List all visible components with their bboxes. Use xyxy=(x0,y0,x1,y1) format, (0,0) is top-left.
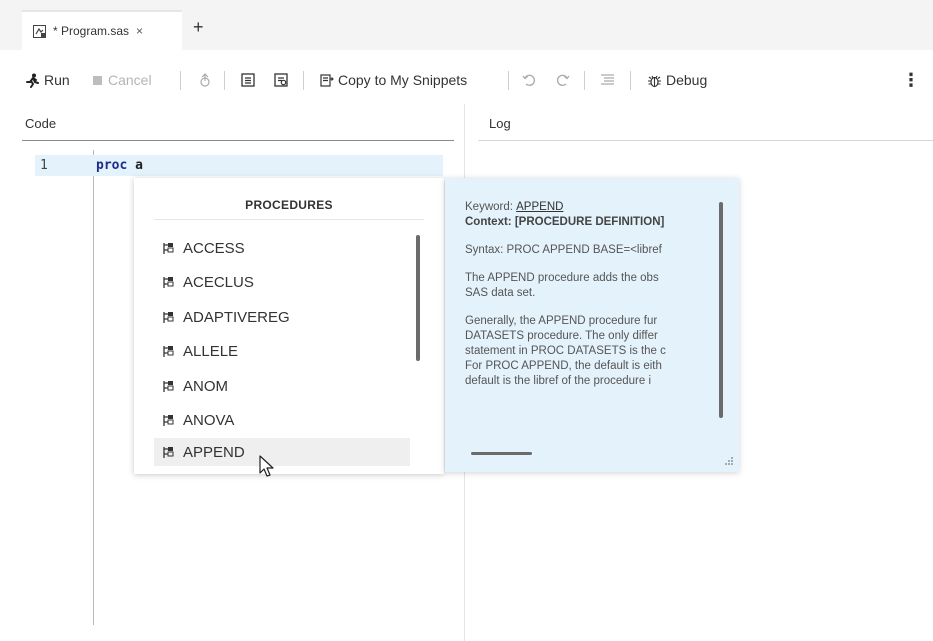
doc-general-line: DATASETS procedure. The only differ xyxy=(465,330,658,342)
toolbar: Run Cancel Copy to My Snippets Debug ⋮ xyxy=(0,62,933,98)
redo-button[interactable] xyxy=(556,62,570,98)
submit-icon-button[interactable] xyxy=(199,62,211,98)
procedure-icon xyxy=(162,345,174,358)
code-pane-underline xyxy=(22,140,454,141)
procedure-icon xyxy=(162,311,174,324)
open-file-icon xyxy=(241,73,255,87)
doc-general-line: For PROC APPEND, the default is eith xyxy=(465,360,662,372)
autocomplete-item-adaptivereg[interactable]: ADAPTIVEREG xyxy=(154,303,410,331)
save-icon-button[interactable] xyxy=(274,62,288,98)
autocomplete-header-divider xyxy=(154,219,424,220)
snippet-icon xyxy=(320,73,334,87)
autocomplete-popup: PROCEDURES ACCESS ACECLUS ADAPTIVEREG AL… xyxy=(134,178,444,474)
copy-to-snippets-button[interactable]: Copy to My Snippets xyxy=(320,62,467,98)
tab-program-sas[interactable]: * Program.sas × xyxy=(22,10,182,50)
toolbar-separator xyxy=(508,71,509,90)
bug-icon xyxy=(647,73,662,88)
tab-close-icon[interactable]: × xyxy=(136,24,143,38)
cancel-label: Cancel xyxy=(108,72,152,88)
documentation-content: Keyword: APPEND Context: [PROCEDURE DEFI… xyxy=(465,200,719,389)
run-button[interactable]: Run xyxy=(25,62,70,98)
toolbar-separator xyxy=(224,71,225,90)
editor-gutter-border xyxy=(93,150,94,625)
more-options-button[interactable]: ⋮ xyxy=(902,62,920,98)
resize-grip-icon[interactable] xyxy=(724,456,734,466)
tab-title: * Program.sas xyxy=(53,24,130,38)
autocomplete-item-access[interactable]: ACCESS xyxy=(154,234,410,262)
procedure-icon xyxy=(162,446,174,459)
autocomplete-item-aceclus[interactable]: ACECLUS xyxy=(154,268,410,296)
autocomplete-scrollbar[interactable] xyxy=(416,235,420,361)
autocomplete-item-label: APPEND xyxy=(183,443,245,461)
toolbar-separator xyxy=(584,71,585,90)
procedure-icon xyxy=(162,242,174,255)
autocomplete-item-label: ANOVA xyxy=(183,411,235,429)
autocomplete-item-append[interactable]: APPEND xyxy=(154,438,410,466)
submit-icon xyxy=(199,73,211,87)
doc-horizontal-scrollbar[interactable] xyxy=(471,452,532,455)
doc-general-line: statement in PROC DATASETS is the c xyxy=(465,345,666,357)
more-vertical-icon: ⋮ xyxy=(902,69,920,90)
doc-description-line: The APPEND procedure adds the obs xyxy=(465,272,659,284)
autocomplete-item-anova[interactable]: ANOVA xyxy=(154,406,410,434)
toolbar-separator xyxy=(303,71,304,90)
save-file-icon xyxy=(274,73,288,87)
debug-button[interactable]: Debug xyxy=(647,62,707,98)
autocomplete-item-label: ALLELE xyxy=(183,342,239,360)
code-keyword: proc xyxy=(96,158,128,173)
log-pane-underline xyxy=(478,140,933,141)
stop-icon xyxy=(93,75,102,85)
undo-button[interactable] xyxy=(522,62,536,98)
doc-context: Context: [PROCEDURE DEFINITION] xyxy=(465,216,665,228)
toolbar-separator xyxy=(630,71,631,90)
debug-label: Debug xyxy=(666,72,708,88)
autocomplete-item-label: ACECLUS xyxy=(183,273,254,291)
run-label: Run xyxy=(44,72,70,88)
copy-to-snippets-label: Copy to My Snippets xyxy=(338,72,468,88)
autocomplete-item-allele[interactable]: ALLELE xyxy=(154,337,410,365)
procedure-icon xyxy=(162,276,174,289)
autocomplete-item-anom[interactable]: ANOM xyxy=(154,372,410,400)
code-typed-text: a xyxy=(135,158,143,173)
undo-icon xyxy=(522,73,536,87)
code-pane-label: Code xyxy=(25,116,57,131)
cancel-button[interactable]: Cancel xyxy=(93,62,152,98)
mouse-pointer-icon xyxy=(258,455,276,479)
code-editor-line[interactable]: proc a xyxy=(96,158,143,173)
line-number: 1 xyxy=(40,158,48,173)
toolbar-separator xyxy=(180,71,181,90)
format-code-button[interactable] xyxy=(600,62,615,98)
doc-syntax: Syntax: PROC APPEND BASE=<libref xyxy=(465,244,662,256)
doc-description-line: SAS data set. xyxy=(465,287,536,299)
run-icon xyxy=(25,73,40,88)
tab-strip: * Program.sas × + xyxy=(0,0,933,50)
doc-general-line: Generally, the APPEND procedure fur xyxy=(465,315,658,327)
doc-vertical-scrollbar[interactable] xyxy=(719,202,723,418)
format-code-icon xyxy=(600,73,615,87)
autocomplete-item-label: ADAPTIVEREG xyxy=(183,308,290,326)
documentation-popup: Keyword: APPEND Context: [PROCEDURE DEFI… xyxy=(445,178,739,472)
doc-general-line: default is the libref of the procedure i xyxy=(465,375,652,387)
autocomplete-header: PROCEDURES xyxy=(245,198,333,212)
open-icon-button[interactable] xyxy=(241,62,255,98)
doc-keyword-label: Keyword: xyxy=(465,201,513,213)
doc-keyword-link[interactable]: APPEND xyxy=(516,201,563,213)
tab-log[interactable]: Log xyxy=(489,116,511,131)
program-file-icon xyxy=(33,24,46,38)
autocomplete-item-label: ACCESS xyxy=(183,239,245,257)
autocomplete-item-label: ANOM xyxy=(183,377,228,395)
procedure-icon xyxy=(162,414,174,427)
procedure-icon xyxy=(162,380,174,393)
redo-icon xyxy=(556,73,570,87)
add-tab-button[interactable]: + xyxy=(193,17,204,37)
